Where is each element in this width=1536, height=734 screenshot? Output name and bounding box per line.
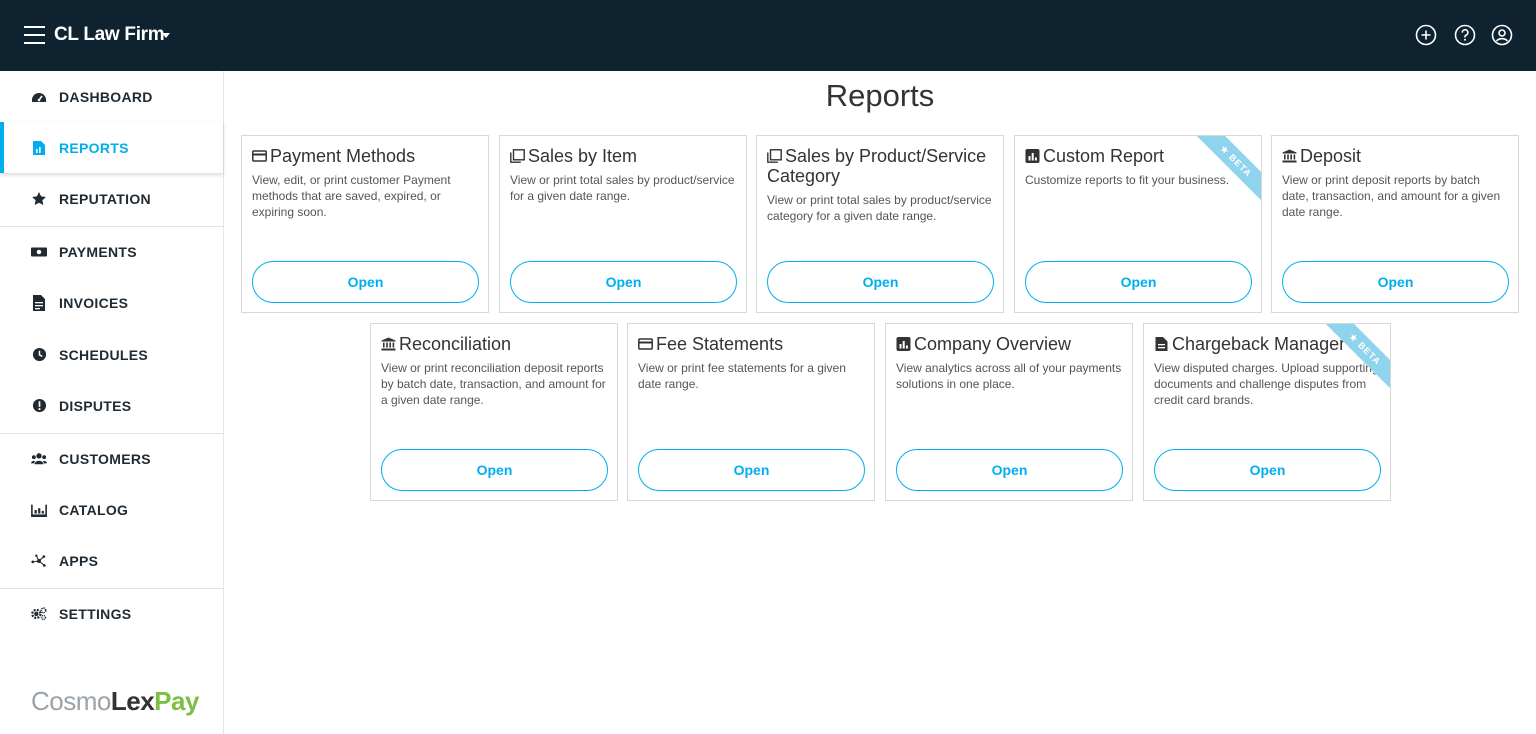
sidebar-item-label: APPS [59, 552, 99, 569]
open-button[interactable]: Open [1154, 449, 1381, 491]
card-description: View disputed charges. Upload supporting… [1154, 361, 1379, 407]
chart-square-icon [1025, 149, 1040, 163]
sidebar-item-label: DISPUTES [59, 397, 132, 414]
credit-card-icon [638, 338, 653, 350]
report-card-sales-by-category: Sales by Product/Service Category View o… [756, 135, 1004, 313]
card-title: Sales by Product/Service Category [767, 146, 987, 186]
sidebar-item-label: REPUTATION [59, 190, 151, 207]
hamburger-menu-icon[interactable] [24, 26, 45, 44]
alert-circle-icon [31, 398, 47, 414]
card-description: View, edit, or print customer Payment me… [252, 173, 451, 219]
card-description: View analytics across all of your paymen… [896, 361, 1122, 391]
cosmolexpay-logo: CosmoLexPay [31, 686, 199, 716]
open-button[interactable]: Open [896, 449, 1123, 491]
sidebar-item-catalog[interactable]: CATALOG [0, 484, 223, 535]
sidebar-item-payments[interactable]: PAYMENTS [0, 226, 223, 277]
card-title: Deposit [1282, 146, 1508, 166]
card-title: Payment Methods [252, 146, 478, 166]
sidebar-item-label: SETTINGS [59, 605, 132, 622]
sidebar-item-label: DASHBOARD [59, 88, 153, 105]
report-card-chargeback-manager: Chargeback Manager View disputed charges… [1143, 323, 1391, 501]
open-button[interactable]: Open [1282, 261, 1509, 303]
dashboard-gauge-icon [31, 89, 47, 105]
cogs-icon [31, 606, 47, 622]
credit-card-icon [252, 150, 267, 162]
sidebar-item-apps[interactable]: APPS [0, 535, 223, 586]
invoice-icon [31, 294, 47, 311]
sidebar-item-reputation[interactable]: REPUTATION [0, 173, 223, 224]
catalog-icon [31, 502, 47, 518]
users-icon [31, 451, 47, 467]
open-button[interactable]: Open [381, 449, 608, 491]
bank-icon [381, 337, 396, 351]
sidebar-item-dashboard[interactable]: DASHBOARD [0, 71, 223, 122]
help-circle-icon[interactable] [1454, 24, 1476, 46]
card-description: View or print total sales by product/ser… [510, 173, 735, 203]
card-title: Fee Statements [638, 334, 864, 354]
report-card-payment-methods: Payment Methods View, edit, or print cus… [241, 135, 489, 313]
report-card-fee-statements: Fee Statements View or print fee stateme… [627, 323, 875, 501]
top-bar: CL Law Firm [0, 0, 1536, 71]
report-card-custom-report: Custom Report Customize reports to fit y… [1014, 135, 1262, 313]
report-document-icon [31, 140, 47, 156]
report-card-reconciliation: Reconciliation View or print reconciliat… [370, 323, 618, 501]
money-bill-icon [31, 244, 47, 260]
open-button[interactable]: Open [1025, 261, 1252, 303]
card-title: Sales by Item [510, 146, 736, 166]
sidebar-item-label: CUSTOMERS [59, 450, 151, 467]
sidebar-item-label: REPORTS [59, 139, 129, 156]
card-description: View or print total sales by product/ser… [767, 193, 992, 223]
card-description: Customize reports to fit your business. [1025, 173, 1230, 187]
open-button[interactable]: Open [638, 449, 865, 491]
sidebar-item-disputes[interactable]: DISPUTES [0, 380, 223, 431]
card-title: Reconciliation [381, 334, 607, 354]
sidebar-item-invoices[interactable]: INVOICES [0, 277, 223, 328]
sidebar-item-reports[interactable]: REPORTS [0, 122, 223, 173]
open-button[interactable]: Open [252, 261, 479, 303]
sidebar-item-label: SCHEDULES [59, 346, 149, 363]
sidebar-item-settings[interactable]: SETTINGS [0, 588, 223, 639]
star-icon [31, 191, 47, 207]
card-description: View or print deposit reports by batch d… [1282, 173, 1501, 219]
sidebar-item-label: PAYMENTS [59, 243, 137, 260]
report-card-company-overview: Company Overview View analytics across a… [885, 323, 1133, 501]
copy-icon [510, 149, 525, 163]
card-description: View or print fee statements for a given… [638, 361, 846, 391]
sidebar-item-label: CATALOG [59, 501, 129, 518]
copy-icon [767, 149, 782, 163]
add-circle-icon[interactable] [1415, 24, 1437, 46]
bank-icon [1282, 149, 1297, 163]
sidebar-item-schedules[interactable]: SCHEDULES [0, 329, 223, 380]
user-circle-icon[interactable] [1491, 24, 1513, 46]
chart-square-icon [896, 337, 911, 351]
file-icon [1155, 337, 1168, 351]
page-title: Reports [825, 78, 935, 113]
report-card-sales-by-item: Sales by Item View or print total sales … [499, 135, 747, 313]
firm-dropdown-caret-icon[interactable] [162, 33, 170, 38]
clock-icon [31, 347, 47, 363]
sidebar-item-customers[interactable]: CUSTOMERS [0, 433, 223, 484]
sidebar: DASHBOARD REPORTS REPUTATION PAYMENTS IN… [0, 71, 224, 734]
apps-network-icon [31, 553, 47, 569]
firm-name[interactable]: CL Law Firm [54, 24, 165, 46]
sidebar-item-label: INVOICES [59, 294, 129, 311]
report-card-deposit: Deposit View or print deposit reports by… [1271, 135, 1519, 313]
open-button[interactable]: Open [767, 261, 994, 303]
open-button[interactable]: Open [510, 261, 737, 303]
card-title: Company Overview [896, 334, 1122, 354]
card-description: View or print reconciliation deposit rep… [381, 361, 606, 407]
